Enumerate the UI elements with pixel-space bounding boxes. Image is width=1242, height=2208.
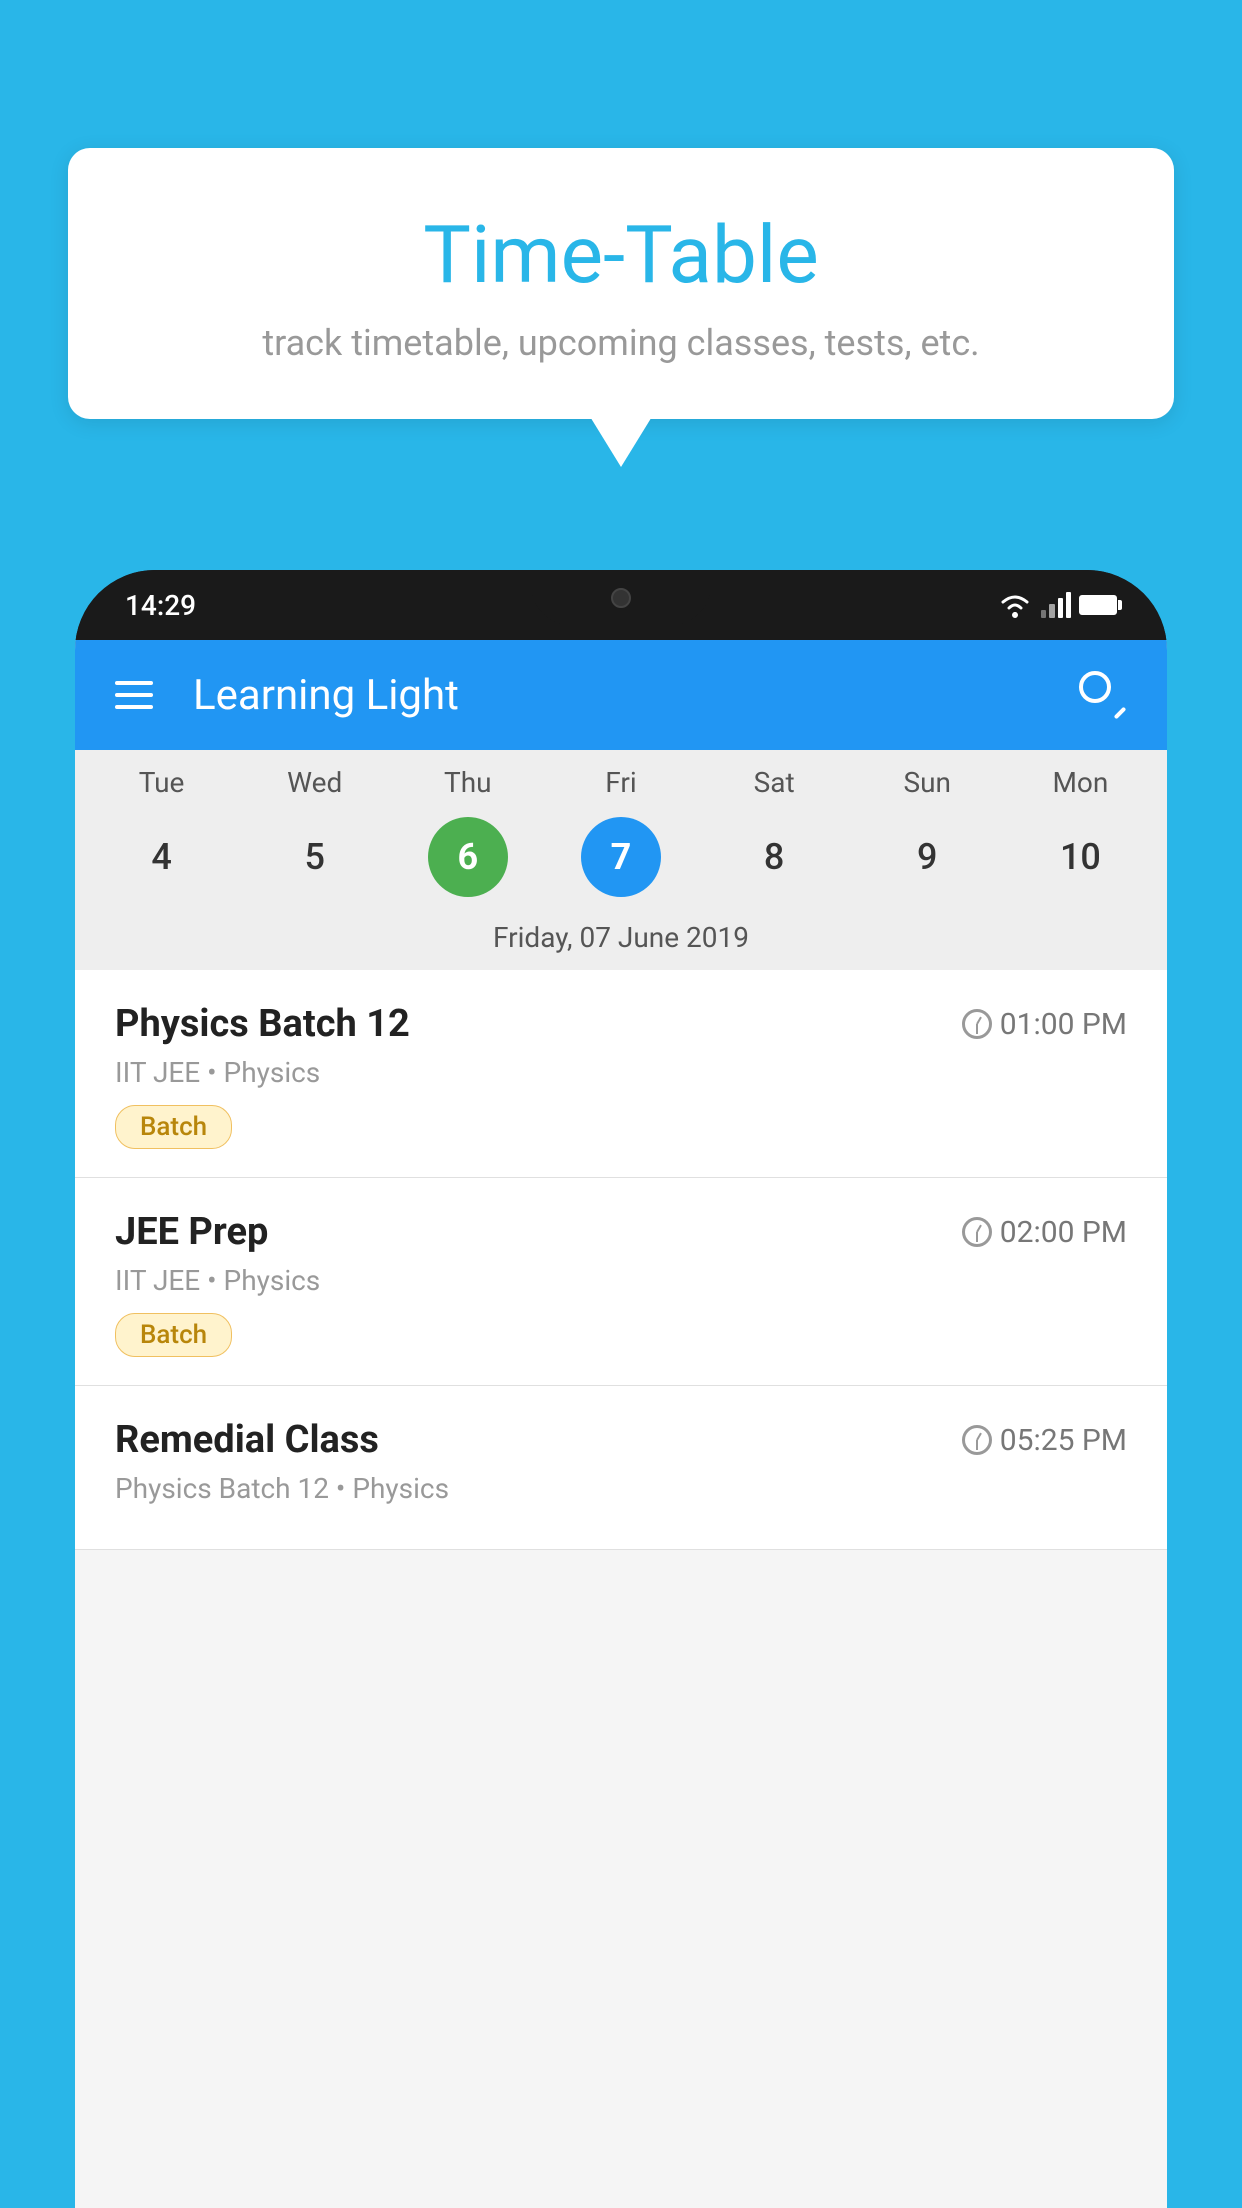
clock-icon-3 xyxy=(962,1425,992,1455)
day-headers: Tue Wed Thu Fri Sat Sun Mon xyxy=(75,766,1167,809)
menu-line-2 xyxy=(115,693,153,697)
day-header-sun: Sun xyxy=(867,766,987,799)
schedule-item-1-header: Physics Batch 12 01:00 PM xyxy=(115,1002,1127,1046)
schedule-item-2-subtitle: IIT JEE • Physics xyxy=(115,1264,1127,1297)
menu-button[interactable] xyxy=(115,681,153,709)
schedule-item-2-time-text: 02:00 PM xyxy=(1000,1215,1127,1250)
phone-frame: 14:29 xyxy=(75,570,1167,2208)
schedule-item-1-time: 01:00 PM xyxy=(962,1007,1127,1042)
wifi-icon xyxy=(997,592,1033,618)
schedule-item-2[interactable]: JEE Prep 02:00 PM IIT JEE • Physics Batc… xyxy=(75,1178,1167,1386)
clock-icon-2 xyxy=(962,1217,992,1247)
signal-icon xyxy=(1041,592,1071,618)
day-header-sat: Sat xyxy=(714,766,834,799)
day-9[interactable]: 9 xyxy=(887,817,967,897)
day-header-fri: Fri xyxy=(561,766,681,799)
app-title: Learning Light xyxy=(193,671,1079,720)
camera-icon xyxy=(611,588,631,608)
menu-line-3 xyxy=(115,705,153,709)
day-header-wed: Wed xyxy=(255,766,375,799)
menu-line-1 xyxy=(115,681,153,685)
day-8[interactable]: 8 xyxy=(734,817,814,897)
schedule-item-2-time: 02:00 PM xyxy=(962,1215,1127,1250)
status-bar: 14:29 xyxy=(75,570,1167,640)
status-time: 14:29 xyxy=(125,589,196,622)
schedule-list: Physics Batch 12 01:00 PM IIT JEE • Phys… xyxy=(75,970,1167,1550)
status-icons xyxy=(997,592,1117,618)
search-handle xyxy=(1114,707,1127,720)
clock-icon-1 xyxy=(962,1009,992,1039)
speech-bubble: Time-Table track timetable, upcoming cla… xyxy=(68,148,1174,419)
schedule-item-2-badge: Batch xyxy=(115,1313,232,1357)
schedule-item-1-title: Physics Batch 12 xyxy=(115,1002,410,1046)
schedule-item-1-time-text: 01:00 PM xyxy=(1000,1007,1127,1042)
search-icon xyxy=(1079,671,1111,703)
battery-icon xyxy=(1079,595,1117,615)
app-screen: Learning Light Tue Wed Thu Fri Sat Sun M… xyxy=(75,640,1167,2208)
schedule-item-2-header: JEE Prep 02:00 PM xyxy=(115,1210,1127,1254)
day-numbers: 4 5 6 7 8 9 10 xyxy=(75,809,1167,913)
bubble-title: Time-Table xyxy=(108,208,1134,302)
phone-notch xyxy=(531,570,711,625)
day-4[interactable]: 4 xyxy=(122,817,202,897)
day-header-mon: Mon xyxy=(1020,766,1140,799)
app-topbar: Learning Light xyxy=(75,640,1167,750)
schedule-item-2-title: JEE Prep xyxy=(115,1210,268,1254)
schedule-item-1-subtitle: IIT JEE • Physics xyxy=(115,1056,1127,1089)
schedule-item-1[interactable]: Physics Batch 12 01:00 PM IIT JEE • Phys… xyxy=(75,970,1167,1178)
schedule-item-3-title: Remedial Class xyxy=(115,1418,379,1462)
day-header-tue: Tue xyxy=(102,766,222,799)
day-header-thu: Thu xyxy=(408,766,528,799)
schedule-item-3[interactable]: Remedial Class 05:25 PM Physics Batch 12… xyxy=(75,1386,1167,1550)
day-6-today[interactable]: 6 xyxy=(428,817,508,897)
speech-bubble-container: Time-Table track timetable, upcoming cla… xyxy=(68,148,1174,419)
schedule-item-3-time-text: 05:25 PM xyxy=(1000,1423,1127,1458)
selected-date-label: Friday, 07 June 2019 xyxy=(75,913,1167,970)
day-7-selected[interactable]: 7 xyxy=(581,817,661,897)
schedule-item-3-header: Remedial Class 05:25 PM xyxy=(115,1418,1127,1462)
calendar-strip: Tue Wed Thu Fri Sat Sun Mon 4 5 6 7 8 9 … xyxy=(75,750,1167,970)
day-10[interactable]: 10 xyxy=(1040,817,1120,897)
day-5[interactable]: 5 xyxy=(275,817,355,897)
schedule-item-3-subtitle: Physics Batch 12 • Physics xyxy=(115,1472,1127,1505)
schedule-item-1-badge: Batch xyxy=(115,1105,232,1149)
search-button[interactable] xyxy=(1079,671,1127,719)
bubble-subtitle: track timetable, upcoming classes, tests… xyxy=(108,322,1134,364)
schedule-item-3-time: 05:25 PM xyxy=(962,1423,1127,1458)
